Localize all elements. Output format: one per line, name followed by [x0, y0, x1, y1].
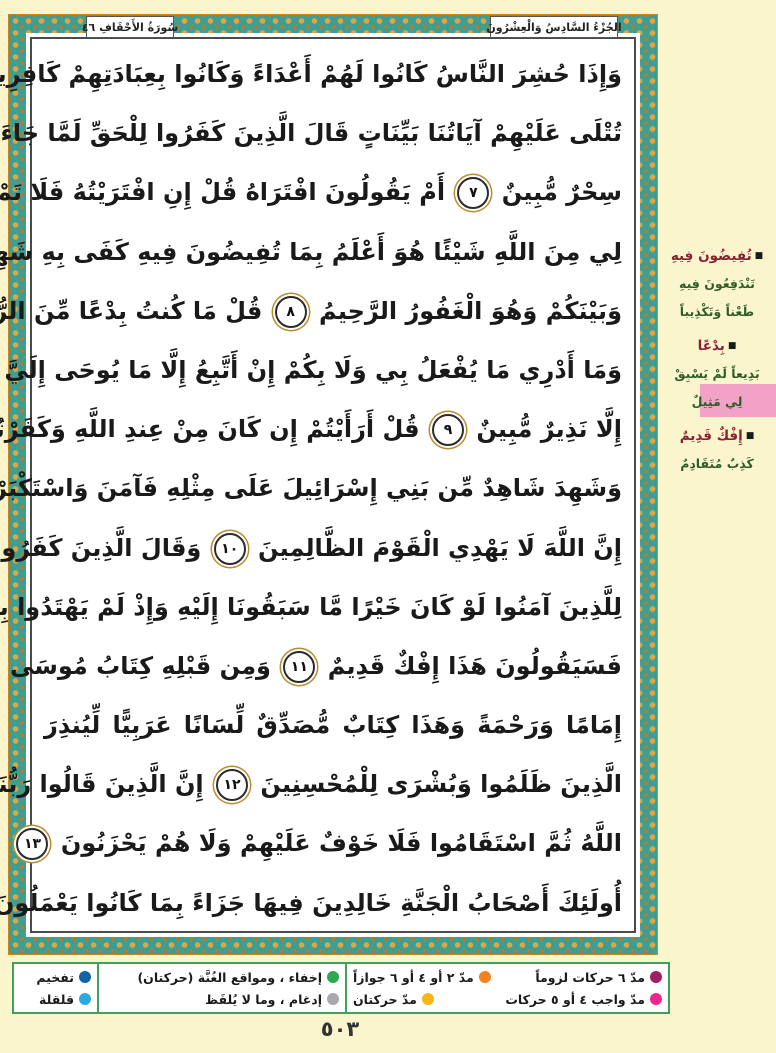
- quran-line: إِلَّا نَذِيرٌ مُّبِينٌ ٩ قُلْ أَرَأَيْت…: [44, 400, 622, 459]
- quran-line-text: لِي مِنَ اللَّهِ شَيْئًا هُوَ أَعْلَمُ ب…: [0, 238, 622, 266]
- verse-number-badge: ١٢: [216, 769, 248, 801]
- mushaf-page: { "page": { "number_arabic": "٥٠٣", "bac…: [0, 0, 776, 1053]
- quran-line: وَإِذَا حُشِرَ النَّاسُ كَانُوا لَهُمْ أ…: [44, 45, 622, 104]
- juz-title: الجُزْءُ السَّادِسُ وَالْعِشْرُونَ: [486, 21, 621, 34]
- verse-number-badge: ٧: [457, 177, 489, 209]
- margin-term: ■بِدْعًا: [658, 332, 776, 360]
- legend-row: مدّ واجب ٤ أو ٥ حركات مدّ حركتان: [353, 988, 662, 1010]
- square-bullet-icon: ■: [755, 251, 764, 261]
- quran-line: اللَّهُ ثُمَّ اسْتَقَامُوا فَلَا خَوْفٌ …: [44, 814, 622, 873]
- verse-number-badge: ٩: [432, 414, 464, 446]
- legend-section-ghunnah: إخفاء ، ومواقع الغُنَّة (حركتان) إدغام ، …: [97, 962, 347, 1014]
- legend-entry: تفخيم: [36, 970, 91, 985]
- margin-notes-column: ■تُفِيضُونَ فِيهِتَنْدَفِعُونَ فِيهِطَعْ…: [658, 242, 776, 478]
- legend-dot-icon: [327, 971, 339, 983]
- quran-line: أُولَئِكَ أَصْحَابُ الْجَنَّةِ خَالِدِين…: [44, 874, 622, 933]
- legend-label: إدغام ، وما لا يُلفَظ: [205, 992, 322, 1007]
- legend-label: مدّ ٢ أو ٤ أو ٦ جوازاً: [353, 970, 474, 985]
- verse-number-badge: ١١: [283, 651, 315, 683]
- page-number: ٥٠٣: [0, 1017, 680, 1041]
- legend-row: قلقلة: [20, 988, 91, 1010]
- legend-dot-icon: [479, 971, 491, 983]
- quran-line: إِمَامًا وَرَحْمَةً وَهَذَا كِتَابٌ مُّص…: [44, 696, 622, 755]
- legend-section-tafkheem: تفخيم قلقلة: [12, 962, 99, 1014]
- margin-definition: بَدِيعاً لَمْ يَسْبِقْ: [658, 360, 776, 388]
- quran-line-text: اللَّهُ ثُمَّ اسْتَقَامُوا فَلَا خَوْفٌ …: [52, 829, 622, 857]
- verse-number-badge: ٨: [275, 296, 307, 328]
- quran-line: وَشَهِدَ شَاهِدٌ مِّن بَنِي إِسْرَائِيلَ…: [44, 459, 622, 518]
- quran-line-text: إِنَّ اللَّهَ لَا يَهْدِي الْقَوْمَ الظَ…: [250, 534, 622, 562]
- legend-entry: إخفاء ، ومواقع الغُنَّة (حركتان): [137, 970, 339, 985]
- quran-line-text: الَّذِينَ ظَلَمُوا وَبُشْرَى لِلْمُحْسِن…: [252, 770, 622, 798]
- verse-number-badge: ١٠: [214, 533, 246, 565]
- quran-line: لِلَّذِينَ آمَنُوا لَوْ كَانَ خَيْرًا مَ…: [44, 578, 622, 637]
- legend-section-madd: مدّ ٦ حركات لزوماً مدّ ٢ أو ٤ أو ٦ جوازاً…: [345, 962, 670, 1014]
- legend-entry: قلقلة: [39, 992, 91, 1007]
- quran-line: إِنَّ اللَّهَ لَا يَهْدِي الْقَوْمَ الظَ…: [44, 519, 622, 578]
- legend-entry: إدغام ، وما لا يُلفَظ: [205, 992, 339, 1007]
- margin-term: ■تُفِيضُونَ فِيهِ: [658, 242, 776, 270]
- quran-line: وَمَا أَدْرِي مَا يُفْعَلُ بِي وَلَا بِك…: [44, 341, 622, 400]
- verse-number-badge: ١٣: [16, 828, 48, 860]
- quran-line-text: وَقَالَ الَّذِينَ كَفَرُوا: [0, 534, 210, 562]
- legend-entry: مدّ حركتان: [353, 992, 434, 1007]
- legend-entry: مدّ ٦ حركات لزوماً: [535, 970, 662, 985]
- quran-line-text: قُلْ أَرَأَيْتُمْ إِن كَانَ مِنْ عِندِ ا…: [0, 415, 428, 443]
- margin-definition: كَذِبٌ مُتَقَادِمٌ: [658, 450, 776, 478]
- quran-line-text: وَمَا أَدْرِي مَا يُفْعَلُ بِي وَلَا بِك…: [0, 356, 622, 384]
- legend-label: قلقلة: [39, 992, 74, 1007]
- quran-line: تُتْلَى عَلَيْهِمْ آيَاتُنَا بَيِّنَاتٍ …: [44, 104, 622, 163]
- legend-label: مدّ ٦ حركات لزوماً: [535, 970, 645, 985]
- margin-definition: لِي مَثِيلٌ: [658, 388, 776, 416]
- legend-label: مدّ واجب ٤ أو ٥ حركات: [505, 992, 645, 1007]
- quran-line-text: سِحْرٌ مُّبِينٌ: [493, 178, 622, 206]
- quran-line-text: تُتْلَى عَلَيْهِمْ آيَاتُنَا بَيِّنَاتٍ …: [0, 119, 622, 147]
- quran-line: الَّذِينَ ظَلَمُوا وَبُشْرَى لِلْمُحْسِن…: [44, 755, 622, 814]
- quran-line-text: وَإِذَا حُشِرَ النَّاسُ كَانُوا لَهُمْ أ…: [0, 60, 622, 88]
- quran-line-text: لِلَّذِينَ آمَنُوا لَوْ كَانَ خَيْرًا مَ…: [0, 593, 622, 621]
- quran-line: فَسَيَقُولُونَ هَذَا إِفْكٌ قَدِيمٌ ١١ و…: [44, 637, 622, 696]
- legend-row: مدّ ٦ حركات لزوماً مدّ ٢ أو ٤ أو ٦ جوازاً: [353, 966, 662, 988]
- legend-row: إخفاء ، ومواقع الغُنَّة (حركتان): [105, 966, 339, 988]
- quran-line-text: وَشَهِدَ شَاهِدٌ مِّن بَنِي إِسْرَائِيلَ…: [0, 474, 622, 502]
- legend-dot-icon: [650, 993, 662, 1005]
- legend-entry: مدّ ٢ أو ٤ أو ٦ جوازاً: [353, 970, 491, 985]
- quran-line: لِي مِنَ اللَّهِ شَيْئًا هُوَ أَعْلَمُ ب…: [44, 223, 622, 282]
- legend-dot-icon: [327, 993, 339, 1005]
- legend-row: إدغام ، وما لا يُلفَظ: [105, 988, 339, 1010]
- quran-line-text: وَمِن قَبْلِهِ كِتَابُ مُوسَى: [10, 652, 279, 680]
- legend-dot-icon: [650, 971, 662, 983]
- quran-line: سِحْرٌ مُّبِينٌ ٧ أَمْ يَقُولُونَ افْتَر…: [44, 163, 622, 222]
- quran-line-text: قُلْ مَا كُنتُ بِدْعًا مِّنَ الرُّسُلِ: [0, 297, 271, 325]
- quran-line: وَبَيْنَكُمْ وَهُوَ الْغَفُورُ الرَّحِيم…: [44, 282, 622, 341]
- margin-definition: طَعْناً وَتَكْذِيباً: [658, 298, 776, 326]
- legend-dot-icon: [79, 971, 91, 983]
- legend-label: مدّ حركتان: [353, 992, 417, 1007]
- surah-title: سُورَةُ الأَحْقَافِ ٤٦: [82, 21, 178, 34]
- square-bullet-icon: ■: [728, 341, 737, 351]
- surah-cartouche: سُورَةُ الأَحْقَافِ ٤٦: [86, 16, 174, 38]
- quran-line-text: إِلَّا نَذِيرٌ مُّبِينٌ: [468, 415, 622, 443]
- quran-line-text: فَسَيَقُولُونَ هَذَا إِفْكٌ قَدِيمٌ: [319, 652, 622, 680]
- quran-line-text: أُولَئِكَ أَصْحَابُ الْجَنَّةِ خَالِدِين…: [0, 889, 622, 917]
- legend-entry: مدّ واجب ٤ أو ٥ حركات: [505, 992, 662, 1007]
- quran-line-text: أَمْ يَقُولُونَ افْتَرَاهُ قُلْ إِنِ افْ…: [0, 178, 453, 206]
- juz-cartouche: الجُزْءُ السَّادِسُ وَالْعِشْرُونَ: [490, 16, 618, 38]
- tajweed-legend: مدّ ٦ حركات لزوماً مدّ ٢ أو ٤ أو ٦ جوازاً…: [8, 962, 670, 1014]
- legend-dot-icon: [79, 993, 91, 1005]
- quran-line-text: وَبَيْنَكُمْ وَهُوَ الْغَفُورُ الرَّحِيم…: [311, 297, 622, 325]
- quran-line-text: إِنَّ الَّذِينَ قَالُوا رَبُّنَا: [0, 770, 212, 798]
- margin-term: ■إِفْكٌ قَدِيمٌ: [658, 422, 776, 450]
- quran-text-block: وَإِذَا حُشِرَ النَّاسُ كَانُوا لَهُمْ أ…: [34, 41, 632, 929]
- legend-dot-icon: [422, 993, 434, 1005]
- margin-definition: تَنْدَفِعُونَ فِيهِ: [658, 270, 776, 298]
- legend-row: تفخيم: [20, 966, 91, 988]
- square-bullet-icon: ■: [746, 431, 755, 441]
- legend-label: تفخيم: [36, 970, 74, 985]
- legend-label: إخفاء ، ومواقع الغُنَّة (حركتان): [137, 970, 322, 985]
- quran-line-text: إِمَامًا وَرَحْمَةً وَهَذَا كِتَابٌ مُّص…: [44, 711, 622, 739]
